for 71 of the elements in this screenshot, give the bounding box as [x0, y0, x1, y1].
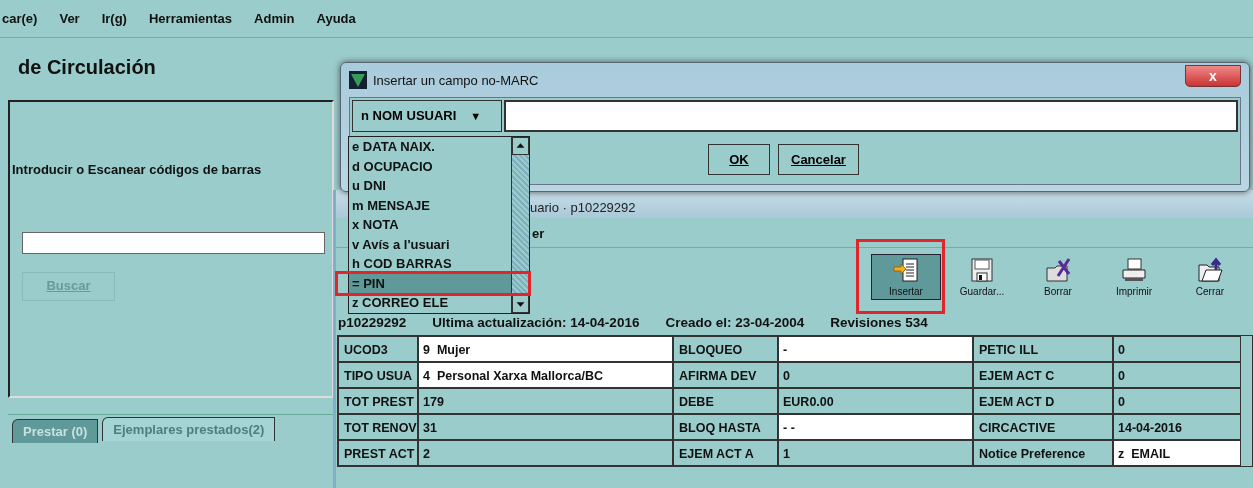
dropdown-option[interactable]: e DATA NAIX. — [349, 137, 511, 157]
field-value: - - — [778, 414, 973, 440]
field-value: 179 — [418, 388, 673, 414]
field-label: BLOQ HASTA — [673, 414, 778, 440]
field-label: Notice Preference — [973, 440, 1113, 466]
field-value: 2 — [418, 440, 673, 466]
barcode-input[interactable] — [22, 231, 325, 254]
dialog-title: Insertar un campo no-MARC — [373, 72, 539, 90]
dropdown-option[interactable]: x NOTA — [349, 215, 511, 235]
field-label: UCOD3 — [338, 336, 418, 362]
field-value: - — [778, 336, 973, 362]
menu-item[interactable]: Herramientas — [148, 8, 233, 29]
menu-item[interactable]: Ver — [59, 8, 80, 29]
field-label: AFIRMA DEV — [673, 362, 778, 388]
prompt-label: Introducir o Escanear códigos de barras — [12, 161, 263, 179]
scroll-up-icon[interactable] — [512, 137, 529, 155]
toolbar-button[interactable]: Borrar — [1023, 254, 1093, 300]
record-info: Creado el: 23-04-2004 — [665, 314, 805, 332]
field-label: TIPO USUA — [338, 362, 418, 388]
field-value-input[interactable] — [504, 100, 1238, 132]
field-value: z EMAIL — [1113, 440, 1241, 466]
field-label: TOT RENOV — [338, 414, 418, 440]
field-label: PETIC ILL — [973, 336, 1113, 362]
menu-item[interactable]: car(e) — [2, 8, 38, 29]
app-title: de Circulación — [18, 55, 156, 80]
field-label: DEBE — [673, 388, 778, 414]
field-label: EJEM ACT D — [973, 388, 1113, 414]
field-value: 31 — [418, 414, 673, 440]
close-button[interactable]: x — [1185, 65, 1241, 87]
toolbar-button[interactable]: Cerrar — [1175, 254, 1245, 300]
dropdown-option[interactable]: z CORREO ELE — [349, 293, 511, 313]
field-value: 1 — [778, 440, 973, 466]
field-label: TOT PREST — [338, 388, 418, 414]
record-info: p10229292 — [338, 314, 407, 332]
field-value: 14-04-2016 — [1113, 414, 1241, 440]
field-value: 0 — [1113, 362, 1241, 388]
toolbar-button[interactable]: Guardar... — [947, 254, 1017, 300]
field-label: PREST ACT — [338, 440, 418, 466]
toolbar-button[interactable]: Insertar — [871, 254, 941, 300]
field-label: EJEM ACT A — [673, 440, 778, 466]
field-value: 9 Mujer — [418, 336, 673, 362]
field-type-dropdown[interactable]: n NOM USUARI ▼ — [352, 100, 502, 132]
dropdown-arrow-icon: ▼ — [470, 107, 482, 125]
menu-item[interactable]: Ir(g) — [101, 8, 127, 29]
record-info: Ultima actualización: 14-04-2016 — [432, 314, 640, 332]
field-value: 0 — [1113, 388, 1241, 414]
menu-item[interactable]: Ayuda — [316, 8, 356, 29]
dropdown-option[interactable]: = PIN — [349, 273, 511, 293]
toolbar-button[interactable]: Imprimir — [1099, 254, 1169, 300]
field-label: EJEM ACT C — [973, 362, 1113, 388]
field-value: 4 Personal Xarxa Mallorca/BC — [418, 362, 673, 388]
field-label: CIRCACTIVE — [973, 414, 1113, 440]
dropdown-option[interactable]: v Avís a l'usuari — [349, 234, 511, 254]
printer-icon — [1120, 256, 1148, 284]
dropdown-option[interactable]: d OCUPACIO — [349, 156, 511, 176]
field-value: EUR0.00 — [778, 388, 973, 414]
scrollbar[interactable] — [511, 137, 529, 313]
dialog-button[interactable]: Cancelar — [778, 144, 859, 175]
menu-item[interactable]: er — [532, 226, 545, 241]
dropdown-option[interactable]: h COD BARRAS — [349, 254, 511, 274]
dialog-button[interactable]: OK — [708, 144, 770, 175]
field-label: BLOQUEO — [673, 336, 778, 362]
dropdown-option[interactable]: m MENSAJE — [349, 195, 511, 215]
app-icon — [349, 71, 367, 89]
record-info: Revisiones 534 — [830, 314, 928, 332]
folder-arrow-icon — [1196, 256, 1224, 284]
insert-document-icon — [892, 256, 920, 284]
field-value: 0 — [778, 362, 973, 388]
field-value: 0 — [1113, 336, 1241, 362]
folder-cross-icon — [1044, 256, 1072, 284]
menu-item[interactable]: Admin — [254, 8, 295, 29]
